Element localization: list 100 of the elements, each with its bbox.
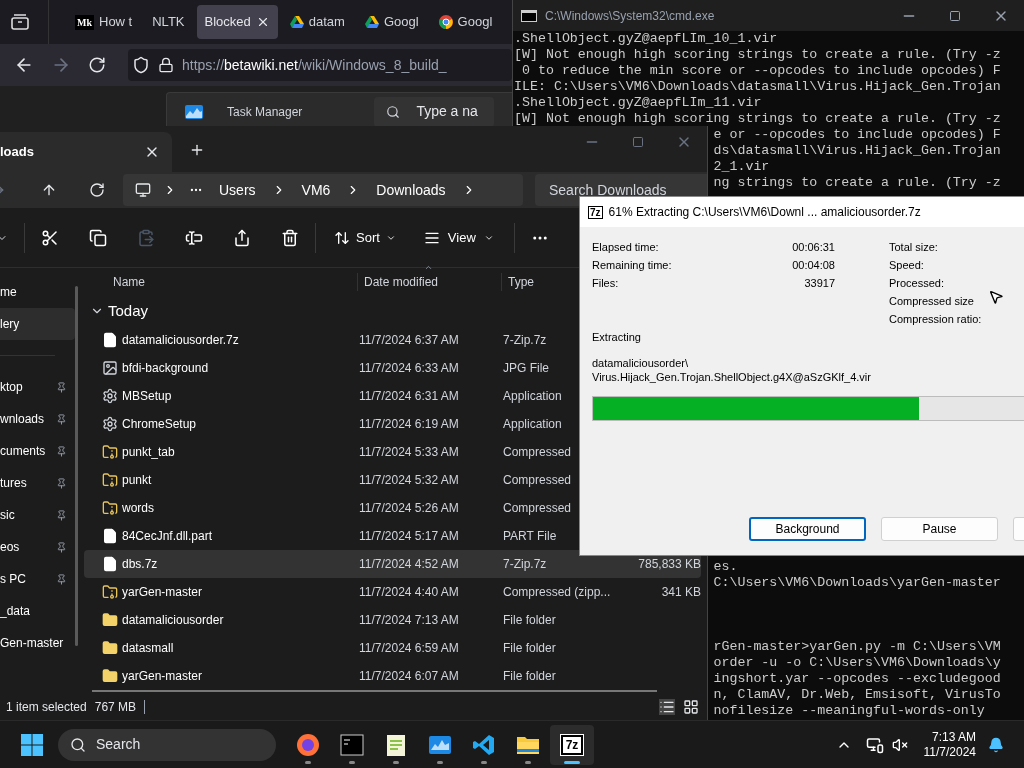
tab-list-icon[interactable] [10, 13, 30, 31]
search-field[interactable]: Search [58, 728, 276, 761]
date-cell: 11/7/2024 7:13 AM [359, 613, 459, 627]
browser-tab[interactable]: Mk How t [67, 5, 141, 39]
sidebar-item[interactable]: cuments [0, 435, 75, 467]
file-name: datasmall [122, 641, 174, 655]
details-view-icon[interactable] [659, 699, 675, 715]
view-button[interactable]: View [419, 221, 498, 254]
column-header[interactable]: Date modified [358, 273, 502, 291]
file-row[interactable]: datasmall 11/7/2024 6:59 AM File folder [84, 634, 701, 662]
type-cell: 7-Zip.7z [503, 333, 547, 347]
browser-tab[interactable]: Googl [356, 5, 427, 39]
tab-title: Blocked [204, 13, 251, 32]
sidebar-item[interactable]: ktop [0, 371, 75, 403]
console-line: nofilesize --meaningful-words-only [713, 703, 985, 719]
clock[interactable]: 7:13 AM 11/7/2024 [923, 729, 976, 760]
address-bar[interactable]: https://betawiki.net/wiki/Windows_8_build_ [128, 49, 512, 81]
file-name: bfdi-background [122, 361, 209, 375]
browser-tab[interactable]: Googl [430, 5, 501, 39]
sort-button[interactable]: Sort [330, 221, 400, 254]
file-name: words [122, 501, 154, 515]
dialog-button[interactable]: Background [749, 517, 866, 541]
breadcrumb-item[interactable]: Users [215, 179, 260, 201]
console-line: .ShellObject.gyZ@aepfLIm_10_1.vir [514, 31, 778, 47]
tab-title: datam [308, 13, 345, 32]
tiles-view-icon[interactable] [683, 699, 699, 715]
sidebar-item[interactable]: wnloads [0, 403, 75, 435]
lock-icon[interactable] [158, 57, 174, 73]
file-row[interactable]: datamaliciousorder 11/7/2024 7:13 AM File folder [84, 606, 701, 634]
file-row[interactable]: yarGen-master 11/7/2024 4:40 AM Compressed (zipp... 341 KB [84, 578, 701, 606]
terminal-icon[interactable] [340, 733, 364, 756]
file-name: dbs.7z [122, 557, 158, 571]
sidebar-item[interactable]: s PC [0, 563, 75, 595]
delete-icon[interactable] [281, 228, 299, 247]
site-logo: Mk [75, 14, 94, 30]
stat-label: Processed: [889, 276, 946, 289]
reload-icon[interactable] [88, 56, 106, 74]
console-line: C:\Users\VM6\Downloads\yarGen-master [713, 575, 1001, 591]
sidebar-item[interactable]: sic [0, 499, 75, 531]
shield-icon[interactable] [132, 56, 150, 74]
network-icon[interactable] [865, 735, 884, 754]
console-line: order -u -o C:\Users\VM6\Downloads\y [713, 655, 1001, 671]
refresh-icon[interactable] [89, 182, 105, 198]
sidebar-item[interactable]: Gen-master [0, 627, 75, 659]
sidebar-item[interactable]: _data [0, 595, 75, 627]
browser-tab[interactable]: Blocked [196, 5, 278, 39]
notepad-icon[interactable] [385, 732, 407, 757]
file-name: MBSetup [122, 389, 172, 403]
stat-label: Remaining time: [592, 258, 672, 271]
dialog-button[interactable]: Pause [881, 517, 998, 541]
file-row[interactable]: dbs.7z 11/7/2024 4:52 AM 7-Zip.7z 785,833 KB [84, 550, 701, 578]
type-cell: Compressed [503, 501, 572, 515]
column-header[interactable]: Type [502, 273, 534, 291]
maximize-icon[interactable] [949, 9, 961, 22]
cut-icon[interactable] [41, 228, 59, 247]
folder-icon [102, 612, 118, 628]
app-logo[interactable]: 7z [560, 734, 584, 755]
browser-tab[interactable]: datam [281, 5, 353, 39]
breadcrumb-bar[interactable]: Users VM6 Downloads [123, 174, 523, 206]
stat-label: Total size: [889, 240, 939, 253]
status-text: 767 MB [94, 699, 137, 716]
console-line: 0 to reduce the min score or --opcodes to include opcodes) F [520, 63, 1001, 79]
bell-icon[interactable] [988, 736, 1004, 753]
date-cell: 11/7/2024 6:33 AM [359, 361, 459, 375]
share-icon[interactable] [233, 228, 251, 247]
start-icon[interactable] [20, 732, 44, 757]
file-name: punkt [122, 473, 152, 487]
new-tab-icon[interactable] [189, 142, 205, 158]
muted-speaker-icon[interactable] [891, 736, 908, 753]
horizontal-scrollbar[interactable] [92, 690, 657, 692]
search-field[interactable]: Type a na [374, 96, 494, 127]
size-cell-text: 785,833 KB [638, 556, 701, 573]
column-header[interactable]: Name [84, 273, 358, 291]
type-cell: JPG File [503, 361, 549, 375]
up-icon[interactable] [41, 182, 57, 198]
triangle-logo-icon [364, 16, 379, 28]
scrollbar-thumb[interactable] [75, 286, 78, 646]
breadcrumb-item[interactable]: VM6 [297, 179, 335, 201]
sidebar-item[interactable]: me [0, 276, 75, 308]
sidebar-item[interactable]: lery [0, 308, 75, 340]
zipped-folder-icon [102, 444, 118, 460]
browser-tab[interactable]: NLTK [144, 5, 193, 39]
code-editor-icon[interactable] [472, 732, 496, 757]
window-title: C:\Windows\System32\cmd.exe [545, 7, 715, 25]
tab-title: Googl [457, 13, 493, 32]
type-cell: Application [503, 417, 562, 431]
explorer-tab[interactable]: loads [0, 132, 172, 172]
maximize-icon[interactable] [632, 136, 644, 148]
chart-icon[interactable] [428, 733, 452, 756]
rename-icon[interactable] [185, 228, 203, 247]
date-cell: 11/7/2024 5:32 AM [359, 473, 459, 487]
copy-icon[interactable] [89, 228, 107, 247]
breadcrumb-item[interactable]: Downloads [372, 179, 450, 201]
fox-globe-icon[interactable] [296, 732, 320, 757]
file-row[interactable]: yarGen-master 11/7/2024 6:07 AM File folder [84, 662, 701, 690]
type-cell: Compressed (zipp... [503, 585, 611, 599]
sidebar-item[interactable]: tures [0, 467, 75, 499]
status-text: 1 item selected [6, 699, 87, 716]
console-line: [W] Not enough high scoring strings to create a rule. (Try -z [514, 111, 1001, 127]
sidebar-item[interactable]: eos [0, 531, 75, 563]
